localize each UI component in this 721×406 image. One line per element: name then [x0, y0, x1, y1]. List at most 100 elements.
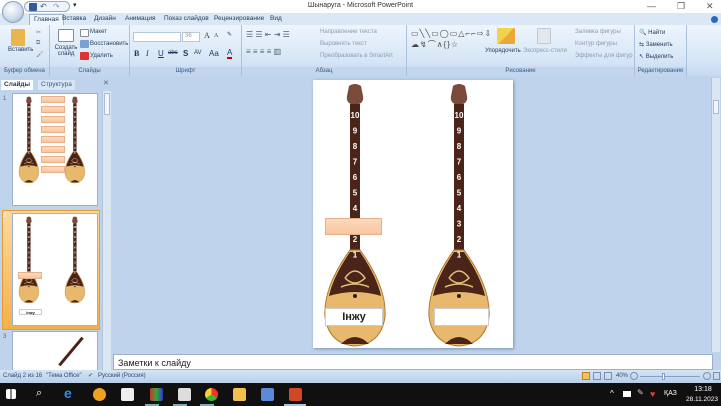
shapes-gallery[interactable]: ▭╲╲▭◯▭△⌐⌐⇨⇩☁↯⌒∧{}☆ [411, 28, 491, 50]
quick-styles-button[interactable]: Экспресс-стили [523, 48, 567, 54]
answer-box[interactable] [325, 218, 382, 235]
shadow-button[interactable]: S [183, 49, 188, 58]
cut-icon[interactable]: ✂ [36, 29, 41, 36]
text-direction-button[interactable]: Направление текста [320, 29, 377, 35]
left-label-box[interactable]: Інжу [325, 308, 383, 326]
language[interactable]: Русский (Россия) [98, 373, 146, 379]
char-spacing-button[interactable]: AV [194, 50, 202, 56]
scroll-thumb[interactable] [713, 100, 719, 114]
office-button[interactable] [2, 1, 24, 23]
scroll-thumb[interactable] [104, 93, 110, 115]
spellcheck-icon[interactable]: ✔ [88, 372, 93, 379]
tab-insert[interactable]: Вставка [62, 15, 86, 22]
new-slide-button[interactable]: Создать слайд [54, 45, 78, 57]
zoom-slider-thumb[interactable] [662, 373, 665, 380]
pen-icon[interactable]: ✎ [637, 388, 644, 397]
zoom-level[interactable]: 40% [616, 373, 628, 379]
align-icons[interactable]: ≡ ≡ ≡ ≡ ▥ [246, 47, 281, 56]
shape-fill-button[interactable]: Заливка фигуры [575, 29, 621, 35]
align-text-button[interactable]: Выровнять текст [320, 41, 367, 47]
undo-icon[interactable]: ↶ [40, 2, 47, 11]
winrar-icon[interactable] [150, 388, 163, 401]
tab-outline[interactable]: Структура [38, 80, 75, 90]
tab-slides[interactable]: Слайды [1, 80, 34, 90]
font-name-input[interactable] [133, 32, 181, 42]
find-button[interactable]: 🔍 Найти [639, 29, 665, 36]
clear-format-icon[interactable]: ✎ [227, 31, 232, 38]
vertical-scrollbar[interactable] [711, 78, 720, 352]
close-panel-button[interactable]: ✕ [103, 79, 109, 87]
store-icon[interactable] [121, 388, 134, 401]
fit-to-window-button[interactable] [713, 372, 720, 380]
font-size-input[interactable]: 36 [182, 32, 200, 42]
language-indicator[interactable]: ҚАЗ [664, 390, 677, 397]
arrange-button[interactable]: Упорядочить [485, 48, 521, 54]
bold-button[interactable]: B [134, 49, 139, 58]
dombra-image: 10987654321 [63, 96, 87, 186]
delete-button[interactable]: Удалить [90, 53, 113, 59]
panel-scrollbar[interactable] [102, 91, 111, 370]
slide-thumbnail-3[interactable] [12, 331, 98, 371]
layout-button[interactable]: Макет [90, 29, 107, 35]
chrome-icon[interactable] [205, 388, 218, 401]
tray-chevron-icon[interactable]: ^ [610, 389, 614, 398]
slide-thumbnail-2[interactable]: 10987654321 10987654321 Інжу [12, 213, 98, 326]
antivirus-icon[interactable]: ♥ [650, 389, 655, 399]
slide-sorter-icon[interactable] [593, 372, 601, 380]
save-icon[interactable] [29, 3, 37, 11]
normal-view-icon[interactable] [582, 372, 590, 380]
paste-icon[interactable] [11, 29, 25, 46]
mail-icon[interactable] [178, 388, 191, 401]
tab-review[interactable]: Рецензирование [214, 15, 264, 22]
copy-icon[interactable]: ⧉ [36, 40, 40, 47]
tab-home[interactable]: Главная [29, 14, 64, 25]
bullets-icon[interactable]: ☰ ☰ ⇤ ⇥ ☰ [246, 30, 290, 39]
dombra-head [72, 216, 78, 224]
minimize-button[interactable]: — [647, 1, 656, 11]
edge-icon[interactable]: e [64, 385, 77, 401]
start-button[interactable] [6, 389, 16, 399]
app-icon[interactable] [261, 388, 274, 401]
paste-button[interactable]: Вставить [8, 47, 33, 53]
zoom-slider[interactable] [640, 376, 700, 377]
font-color-button[interactable]: A [227, 48, 233, 59]
reset-button[interactable]: Восстановить [90, 41, 128, 47]
file-explorer-icon[interactable] [233, 388, 246, 401]
shape-outline-button[interactable]: Контур фигуры [575, 41, 617, 47]
format-painter-icon[interactable]: 🖌 [36, 51, 44, 58]
restore-button[interactable]: ❐ [677, 1, 685, 12]
zoom-out-button[interactable] [630, 372, 638, 380]
clock-date[interactable]: 28.11.2023 [684, 396, 720, 403]
slideshow-icon[interactable] [604, 372, 612, 380]
grow-font-button[interactable]: A [204, 31, 210, 40]
zoom-in-button[interactable] [703, 372, 711, 380]
right-label-box[interactable] [434, 308, 489, 326]
smartart-button[interactable]: Преобразовать в SmartArt [320, 53, 393, 59]
select-button[interactable]: ↖ Выделить [639, 53, 673, 60]
tab-slideshow[interactable]: Показ слайдов [164, 15, 209, 22]
battery-icon[interactable] [623, 391, 631, 397]
close-button[interactable]: ✕ [706, 1, 714, 12]
new-slide-icon[interactable] [58, 29, 74, 42]
customize-qat-icon[interactable]: ▾ [73, 1, 77, 9]
strikethrough-button[interactable]: abc [168, 50, 178, 56]
notes-pane[interactable]: Заметки к слайду [113, 354, 713, 370]
shrink-font-button[interactable]: A [214, 33, 218, 39]
slide-thumbnail-1[interactable]: 10 9 8 7 6 5 4 3 2 1 10 9 8 7 6 5 4 3 2 1 [12, 93, 98, 206]
tab-animation[interactable]: Анимация [125, 15, 156, 22]
help-icon[interactable] [711, 16, 718, 23]
tab-view[interactable]: Вид [270, 15, 282, 22]
replace-button[interactable]: ⇆ Заменить [639, 41, 673, 48]
italic-button[interactable]: I [146, 49, 149, 58]
redo-icon[interactable]: ↷ [53, 2, 60, 11]
shape-effects-button[interactable]: Эффекты для фигур [575, 53, 633, 59]
answer-box [18, 272, 42, 279]
change-case-button[interactable]: Aa [209, 49, 219, 58]
tab-design[interactable]: Дизайн [94, 15, 116, 22]
search-icon[interactable]: ⌕ [36, 387, 42, 400]
clock-time[interactable]: 13:18 [688, 386, 718, 393]
slide-canvas[interactable]: 10987654321 10987654321 Інжу [313, 80, 513, 348]
underline-button[interactable]: U [158, 49, 164, 58]
browser-icon[interactable] [93, 388, 106, 401]
powerpoint-icon[interactable] [289, 388, 302, 401]
